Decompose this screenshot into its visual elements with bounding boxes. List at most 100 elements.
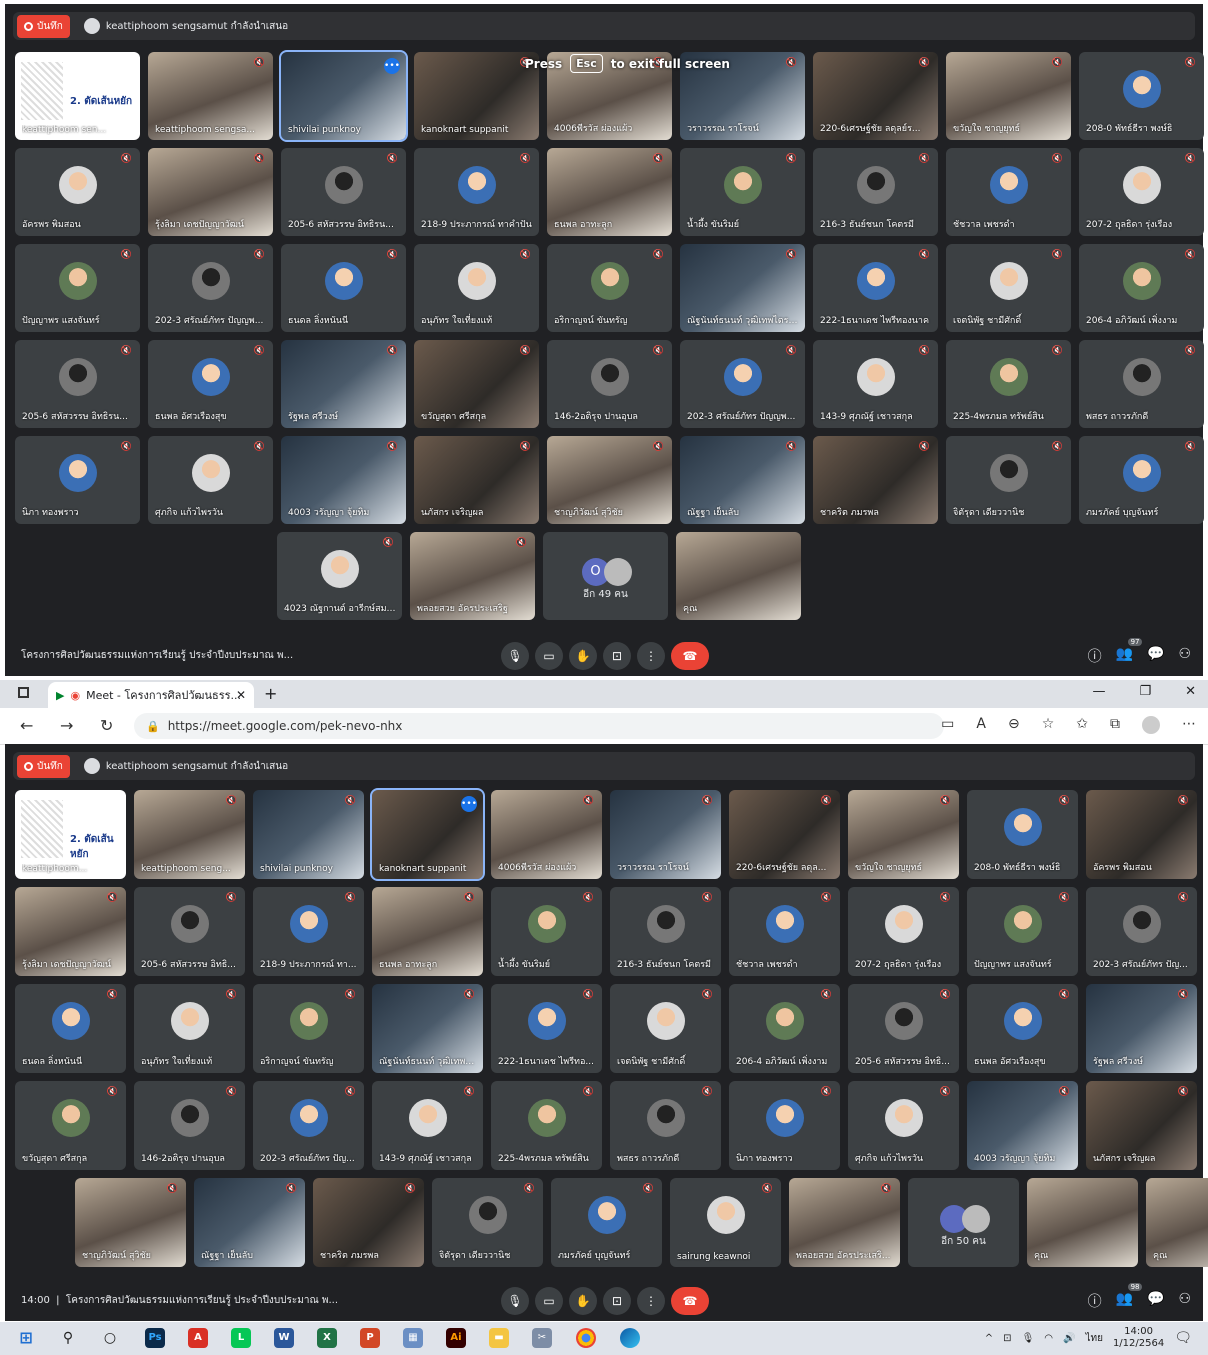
participant-tile[interactable]: 🔇 ชัชวาล เพชรดำ [729,887,840,976]
participant-tile[interactable]: 🔇 ขวัญใจ ชาญยุทธ์ [946,52,1071,140]
participant-tile[interactable]: 🔇 รุ้งลิมา เดชปัญญาวัฒน์ [148,148,273,236]
participant-tile[interactable]: 🔇 นภัสกร เจริญผล [414,436,539,524]
participant-tile[interactable]: 🔇 202-3 ศรัณย์ภัทร ปัญ... [253,1081,364,1170]
participant-tile[interactable]: 🔇 205-6 สหัสวรรษ อิทธิรน... [281,148,406,236]
restore-icon[interactable]: ❐ [1139,684,1151,699]
notification-icon[interactable]: 🗨 [1174,1330,1192,1346]
participant-tile[interactable]: 🔇 ธนดล ลิ่งหนันนี [281,244,406,332]
participant-tile[interactable]: 🔇 เจตนิพัฐ ชามีศักดิ์ [610,984,721,1073]
line-icon[interactable]: L [231,1328,251,1348]
word-icon[interactable]: W [274,1328,294,1348]
participant-tile[interactable]: 🔇 ณัฐฐา เย็นลับ [194,1178,305,1267]
presentation-tile[interactable]: 2. ตัดเส้นหยัก keattiphoom sen... [15,52,140,140]
participant-tile[interactable]: 🔇 216-3 ธันย์ชนก โคตรมี [813,148,938,236]
participant-tile[interactable]: 🔇 202-3 ศรัณย์ภัทร ปัญ... [1086,887,1197,976]
chrome-icon[interactable] [576,1328,596,1348]
participant-tile[interactable]: 🔇 อัครพร พิมสอน [15,148,140,236]
participant-tile[interactable]: 🔇 นภัสกร เจริญผล [1086,1081,1197,1170]
participant-tile[interactable]: 🔇 ภมรภัคย์ บุญจันทร์ [551,1178,662,1267]
participant-tile[interactable]: 🔇 146-2อติรุจ ปานอุบล [134,1081,245,1170]
favorites-icon[interactable]: ✩ [1076,716,1088,734]
participant-tile[interactable]: 🔇 น้ำผึ้ง ขันริมย์ [491,887,602,976]
raise-hand-icon[interactable]: ✋ [569,1287,597,1315]
participant-tile[interactable]: 🔇 ภมรภัคย์ บุญจันทร์ [1079,436,1204,524]
people-icon[interactable]: 👥 97 [1116,638,1143,666]
settings-more-icon[interactable]: ⋯ [1182,716,1196,734]
participant-tile[interactable]: 🔇 143-9 ศุภณัฐ์ เชาวสกุล [372,1081,483,1170]
url-input[interactable]: 🔒 https://meet.google.com/pek-nevo-nhx [134,713,944,739]
participant-tile[interactable]: 🔇 อริกาญจน์ ขันทรัญ [547,244,672,332]
profile-avatar[interactable] [1142,716,1160,734]
show-hidden-icons-icon[interactable]: ^ [985,1333,993,1344]
participant-tile[interactable]: 🔇 อัครพร พิมสอน [1086,790,1197,879]
search-icon[interactable]: ⚲ [58,1328,78,1348]
info-icon[interactable]: ⓘ [1088,1291,1102,1311]
participant-tile[interactable]: 🔇 208-0 พัทธ์ธีรา พงษ์ธิ [967,790,1078,879]
calculator-icon[interactable]: ▦ [403,1328,423,1348]
present-screen-icon[interactable]: ⊡ [603,642,631,670]
start-icon[interactable]: ⊞ [16,1328,36,1348]
participant-tile[interactable]: 🔇 shivilai punknoy [253,790,364,879]
snipping-tool-icon[interactable]: ✂ [532,1328,552,1348]
participant-tile[interactable]: 🔇 ขวัญสุดา ศรีสกุล [15,1081,126,1170]
illustrator-icon[interactable]: Ai [446,1328,466,1348]
participant-tile[interactable]: 🔇 นิภา ทองพราว [729,1081,840,1170]
participant-tile[interactable]: 🔇 ธนพล อาทะลูก [547,148,672,236]
participant-tile[interactable]: 🔇 อนุภัทร ใจเที่ยงแท้ [134,984,245,1073]
back-icon[interactable]: ← [20,716,33,735]
more-options-icon[interactable]: ⋮ [637,642,665,670]
participant-tile[interactable]: 🔇 225-4พรภมล ทรัพย์สิน [491,1081,602,1170]
participant-tile[interactable]: 🔇 ณัฐฐา เย็นลับ [680,436,805,524]
participant-tile[interactable]: 🔇 พลอยสวย อัครประเสริฐ [410,532,535,620]
participant-tile[interactable]: 🔇 220-6เศรษฐ์ชัย ลดุลย์ร... [813,52,938,140]
participant-tile[interactable]: 🔇 216-3 ธันย์ชนก โคตรมี [610,887,721,976]
more-options-icon[interactable]: ⋮ [637,1287,665,1315]
acrobat-icon[interactable]: A [188,1328,208,1348]
participant-tile[interactable]: 🔇 เจตนิพัฐ ชามีศักดิ์ [946,244,1071,332]
participant-tile[interactable]: 🔇 205-6 สหัสวรรษ อิทธิรน... [15,340,140,428]
participant-tile[interactable]: 🔇 sairung keawnoi [670,1178,781,1267]
participant-tile[interactable]: 🔇 ขวัญสุดา ศรีสกุล [414,340,539,428]
participant-tile[interactable]: 🔇 อริกาญจน์ ขันทรัญ [253,984,364,1073]
participant-tile[interactable]: 🔇 keattiphoom seng... [134,790,245,879]
edge-icon[interactable] [620,1328,640,1348]
tab-meet[interactable]: ▶ ◉ Meet - โครงการศิลปวัฒนธรร... ✕ [48,682,254,708]
participant-tile[interactable]: 🔇 218-9 ประภากรณ์ ทาคำปัน [414,148,539,236]
camera-icon[interactable]: ▭ [535,642,563,670]
end-call-icon[interactable]: ☎ [671,642,709,670]
collections-icon[interactable]: ⧉ [1110,716,1120,734]
zoom-icon[interactable]: ⊖ [1008,716,1020,734]
participant-tile[interactable]: 🔇 keattiphoom sengsa... [148,52,273,140]
participant-tile[interactable]: 🔇 206-4 อภิวัฒน์ เพิ่งงาม [729,984,840,1073]
excel-icon[interactable]: X [317,1328,337,1348]
close-tab-icon[interactable]: ✕ [236,688,246,702]
participant-tile[interactable]: 🔇 ธนพล อัศวเรืองสุข [967,984,1078,1073]
read-aloud-icon[interactable]: A [976,716,986,734]
raise-hand-icon[interactable]: ✋ [569,642,597,670]
favorite-add-icon[interactable]: ☆ [1042,716,1055,734]
microphone-tray-icon[interactable]: 🎙 [1022,1333,1035,1344]
activities-icon[interactable]: ⚇ [1178,1291,1191,1311]
participant-tile[interactable]: 🔇 ธนพล อาทะลูก [372,887,483,976]
microphone-icon[interactable]: 🎙 [501,1287,529,1315]
participant-tile[interactable]: 🔇 ชาคริต ภมรพล [813,436,938,524]
end-call-icon[interactable]: ☎ [671,1287,709,1315]
participant-tile[interactable]: 🔇 4003 วรัญญา จุ้ยทิม [281,436,406,524]
task-view-icon[interactable]: ○ [100,1328,120,1348]
microphone-icon[interactable]: 🎙 [501,642,529,670]
self-view-tile[interactable]: คุณ [1027,1178,1138,1267]
info-icon[interactable]: ⓘ [1088,646,1102,666]
participant-tile[interactable]: 🔇 ชาคริต ภมรพล [313,1178,424,1267]
camera-icon[interactable]: ▭ [535,1287,563,1315]
participant-tile[interactable]: 🔇 ธนพล อัศวเรืองสุข [148,340,273,428]
refresh-icon[interactable]: ↻ [100,716,113,735]
participant-tile[interactable]: 🔇 ปัญญาพร แสงจันทร์ [15,244,140,332]
participant-tile[interactable]: 🔇 ณัฐนันท์ธนนท์ วุฒิเทพไตรทัย [680,244,805,332]
participant-tile[interactable]: 🔇 220-6เศรษฐ์ชัย ลดุล... [729,790,840,879]
participant-tile[interactable]: 🔇 ชาญภิวัฒน์ สุวิชัย [75,1178,186,1267]
participant-tile[interactable]: 🔇 วราวรรณ ราโรจน์ [610,790,721,879]
forward-icon[interactable]: → [60,716,73,735]
participant-tile[interactable]: 🔇 207-2 ฤุลธิดา รุ่งเรือง [848,887,959,976]
people-icon[interactable]: 👥 98 [1116,1283,1143,1311]
participant-tile[interactable]: 🔇 ณัฐนันท์ธนนท์ วุฒิเทพไ... [372,984,483,1073]
